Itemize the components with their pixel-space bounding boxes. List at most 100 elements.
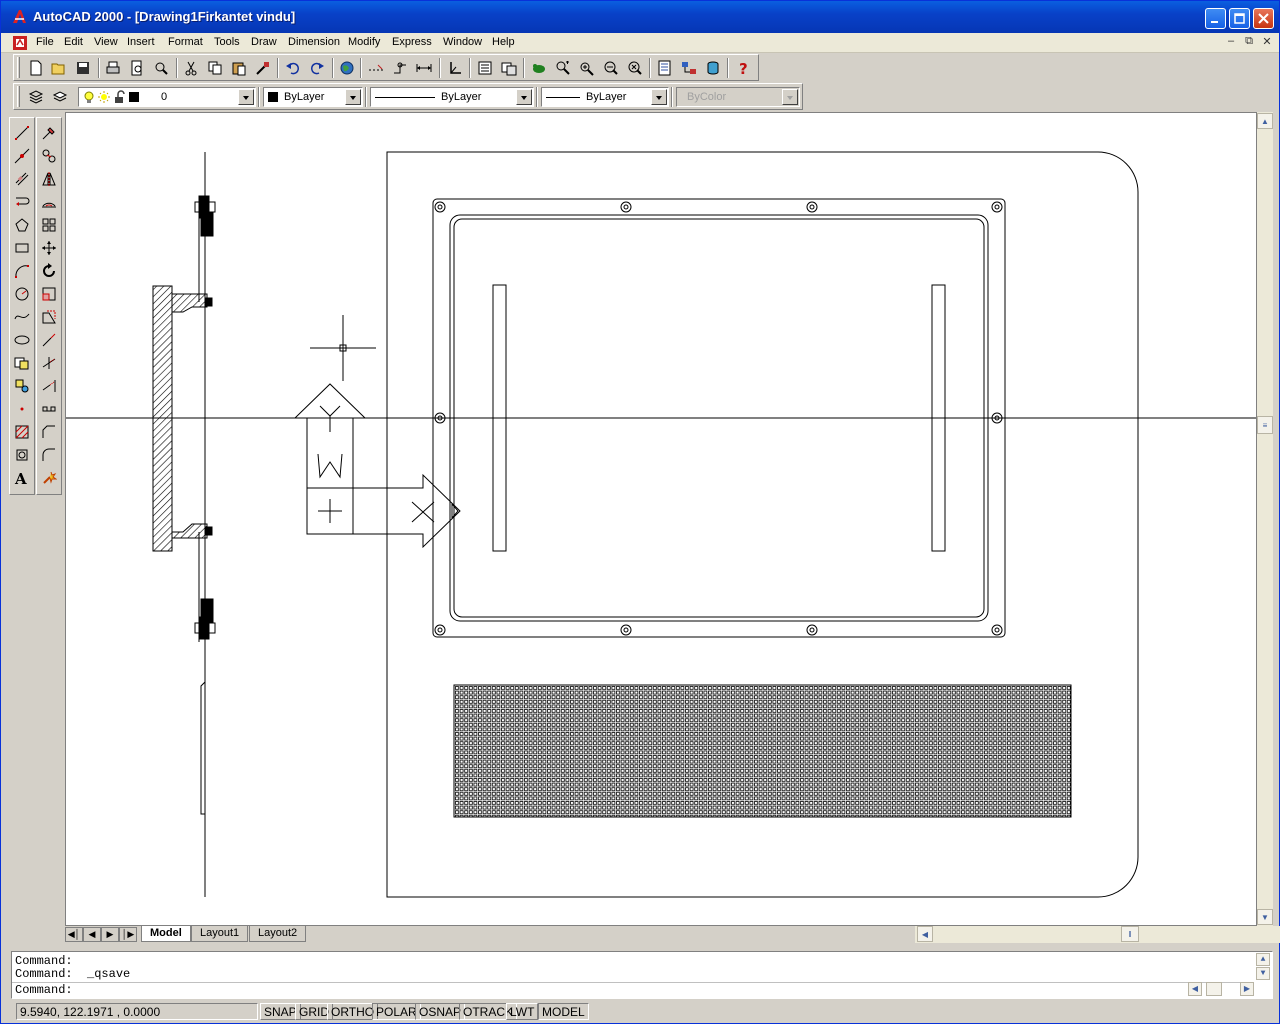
autocad-app-icon[interactable] (11, 8, 28, 25)
make-block-button[interactable] (11, 375, 33, 397)
chevron-down-icon[interactable] (651, 89, 667, 105)
next-tab-button[interactable]: ▶ (101, 927, 119, 942)
polyline-button[interactable] (11, 191, 33, 213)
tab-layout2[interactable]: Layout2 (249, 926, 307, 942)
cut-button[interactable] (180, 57, 202, 79)
fillet-button[interactable] (38, 444, 60, 466)
rotate-button[interactable] (38, 260, 60, 282)
insert-block-button[interactable] (11, 352, 33, 374)
menu-file[interactable]: File (34, 35, 56, 49)
last-tab-button[interactable]: │▶ (119, 927, 137, 942)
break-button[interactable] (38, 398, 60, 420)
model-toggle[interactable]: MODEL (538, 1003, 589, 1020)
scroll-up-button[interactable]: ▲ (1257, 113, 1273, 129)
ellipse-button[interactable] (11, 329, 33, 351)
arc-button[interactable] (11, 260, 33, 282)
array-button[interactable] (38, 214, 60, 236)
menu-tools[interactable]: Tools (212, 35, 242, 49)
tab-model[interactable]: Model (141, 926, 191, 942)
multiline-text-button[interactable]: A (11, 467, 33, 489)
pan-button[interactable] (528, 57, 550, 79)
stretch-button[interactable] (38, 306, 60, 328)
menu-help[interactable]: Help (490, 35, 517, 49)
command-scroll-right-button[interactable]: ▶ (1240, 982, 1254, 996)
document-icon[interactable] (12, 35, 28, 51)
circle-button[interactable] (11, 283, 33, 305)
dbconnect-button[interactable] (702, 57, 724, 79)
hatch-button[interactable] (11, 421, 33, 443)
chevron-down-icon[interactable] (238, 89, 254, 105)
new-button[interactable] (25, 57, 47, 79)
horizontal-scrollbar[interactable]: ◀ ‖ ▶ (915, 926, 1280, 943)
point-button[interactable] (11, 398, 33, 420)
design-center-button[interactable] (498, 57, 520, 79)
command-scroll-up-button[interactable]: ▲ (1256, 953, 1270, 966)
chevron-down-icon[interactable] (516, 89, 532, 105)
multiline-button[interactable] (11, 168, 33, 190)
properties-button[interactable] (474, 57, 496, 79)
vertical-scrollbar[interactable]: ▲ ≡ ▼ (1257, 112, 1273, 926)
offset-button[interactable] (38, 191, 60, 213)
osnap-toggle[interactable]: OSNAP (415, 1003, 466, 1020)
menu-edit[interactable]: Edit (62, 35, 85, 49)
ortho-toggle[interactable]: ORTHO (327, 1003, 379, 1020)
menu-express[interactable]: Express (390, 35, 434, 49)
internet-button[interactable] (336, 57, 358, 79)
print-button[interactable] (102, 57, 124, 79)
scroll-left-button[interactable]: ◀ (917, 926, 933, 942)
menu-dimension[interactable]: Dimension (286, 35, 342, 49)
zoom-extents-button[interactable] (624, 57, 646, 79)
polygon-button[interactable] (11, 214, 33, 236)
ucs-button[interactable] (444, 57, 466, 79)
command-window[interactable]: Command: Command: _qsave Command: ▲ ▼ ◀ … (11, 951, 1273, 999)
move-button[interactable] (38, 237, 60, 259)
redo-button[interactable] (306, 57, 328, 79)
explode-button[interactable] (38, 467, 60, 489)
horizontal-scroll-thumb[interactable]: ‖ (1121, 926, 1139, 942)
save-button[interactable] (72, 57, 94, 79)
properties-palette-button[interactable] (654, 57, 676, 79)
match-properties-button[interactable] (252, 57, 274, 79)
chamfer-button[interactable] (38, 421, 60, 443)
color-dropdown[interactable]: ByLayer (263, 87, 363, 107)
make-layer-current-button[interactable] (25, 86, 47, 108)
menu-window[interactable]: Window (441, 35, 484, 49)
menu-modify[interactable]: Modify (346, 35, 382, 49)
command-prompt[interactable]: Command: (15, 984, 73, 997)
menu-draw[interactable]: Draw (249, 35, 279, 49)
zoom-window-button[interactable] (576, 57, 598, 79)
doc-close-button[interactable]: ✕ (1259, 35, 1275, 49)
lengthen-button[interactable] (38, 329, 60, 351)
drawing-canvas[interactable] (65, 112, 1257, 926)
adcenter-button[interactable] (678, 57, 700, 79)
copy-button[interactable] (204, 57, 226, 79)
command-scroll-left-button[interactable]: ◀ (1188, 982, 1202, 996)
scroll-down-button[interactable]: ▼ (1257, 909, 1273, 925)
drawing-content[interactable] (66, 113, 1256, 925)
snap-from-button[interactable] (365, 57, 387, 79)
erase-button[interactable] (38, 122, 60, 144)
close-button[interactable] (1253, 8, 1274, 29)
region-button[interactable] (11, 444, 33, 466)
menu-format[interactable]: Format (166, 35, 205, 49)
layer-dropdown[interactable]: 0 (78, 87, 256, 107)
minimize-button[interactable] (1205, 8, 1226, 29)
tab-layout1[interactable]: Layout1 (191, 926, 249, 942)
lineweight-dropdown[interactable]: ByLayer (541, 87, 669, 107)
open-button[interactable] (48, 57, 70, 79)
spline-button[interactable] (11, 306, 33, 328)
prev-tab-button[interactable]: ◀ (83, 927, 101, 942)
title-bar[interactable]: AutoCAD 2000 - [Drawing1Firkantet vindu] (1, 1, 1279, 33)
scale-button[interactable] (38, 283, 60, 305)
dimension-button[interactable] (413, 57, 435, 79)
zoom-realtime-button[interactable] (552, 57, 574, 79)
undo-button[interactable] (282, 57, 304, 79)
zoom-previous-button[interactable] (600, 57, 622, 79)
vertical-scroll-thumb[interactable]: ≡ (1257, 416, 1273, 434)
help-button[interactable]: ? (732, 57, 754, 79)
menu-view[interactable]: View (92, 35, 120, 49)
tracking-button[interactable] (389, 57, 411, 79)
line-button[interactable] (11, 122, 33, 144)
doc-restore-button[interactable]: ⧉ (1241, 35, 1257, 49)
print-preview-button[interactable] (126, 57, 148, 79)
